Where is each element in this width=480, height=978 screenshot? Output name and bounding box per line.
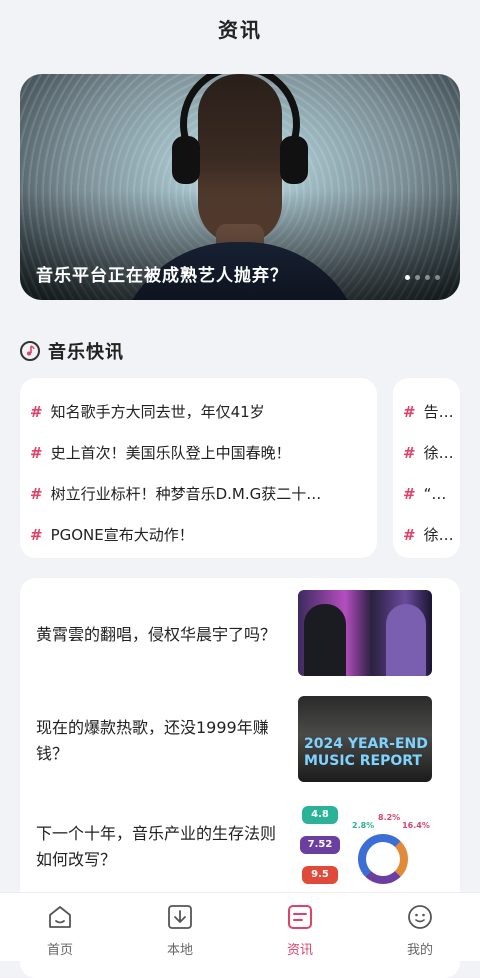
- nav-item-news[interactable]: 资讯: [260, 893, 340, 958]
- stat-chip: 16.4%: [402, 821, 430, 830]
- nav-item-local[interactable]: 本地: [140, 893, 220, 958]
- flash-item[interactable]: # 知名歌手方大同去世，年仅41岁: [30, 392, 367, 433]
- flash-item-text: 知名歌手方大同去世，年仅41岁: [50, 403, 265, 421]
- nav-label: 资讯: [286, 943, 313, 958]
- news-item[interactable]: 下一个十年，音乐产业的生存法则如何改写？ 4.8 7.52 9.5 2.8% 8…: [36, 802, 444, 892]
- hash-icon: #: [30, 485, 43, 503]
- stat-chip: 7.52: [300, 836, 340, 854]
- stat-chip: 2.8%: [352, 821, 375, 830]
- news-icon: [286, 905, 314, 935]
- flash-item[interactable]: # 徐佳莹: [403, 515, 460, 556]
- headphone-right: [280, 136, 308, 184]
- nav-item-home[interactable]: 首页: [20, 893, 100, 958]
- headphone-left: [172, 136, 200, 184]
- news-item[interactable]: 黄霄雲的翻唱，侵权华晨宇了吗？: [36, 590, 444, 680]
- donut-chart-graphic: [358, 834, 408, 884]
- hash-icon: #: [30, 526, 43, 544]
- news-title: 黄霄雲的翻唱，侵权华晨宇了吗？: [36, 625, 277, 644]
- stat-chip: 8.2%: [378, 813, 401, 822]
- flash-item[interactable]: # 告五人: [403, 392, 460, 433]
- flash-item-text: 史上首次！美国乐队登上中国春晚！: [50, 444, 291, 462]
- nav-label: 我的: [406, 943, 433, 958]
- carousel-dots: [405, 275, 440, 280]
- bottom-nav: 首页 本地 资讯 我的: [0, 892, 480, 961]
- carousel-dot[interactable]: [405, 275, 410, 280]
- thumb-figure: [304, 604, 346, 676]
- carousel-dot[interactable]: [415, 275, 420, 280]
- hash-icon: #: [30, 444, 43, 462]
- music-note-icon: [20, 341, 40, 361]
- flash-item[interactable]: # 树立行业标杆！种梦音乐D.M.G获二十…: [30, 474, 367, 515]
- carousel-dot[interactable]: [425, 275, 430, 280]
- flash-item-text: 徐怀钰: [423, 444, 460, 462]
- thumb-caption: 2024 YEAR-END MUSIC REPORT: [304, 736, 428, 769]
- flash-item[interactable]: # PGONE宣布大动作！: [30, 515, 367, 556]
- hash-icon: #: [30, 403, 43, 421]
- hash-icon: #: [403, 526, 416, 544]
- home-icon: [46, 906, 74, 935]
- hash-icon: #: [403, 444, 416, 462]
- news-thumbnail: 4.8 7.52 9.5 2.8% 8.2% 16.4%: [298, 802, 432, 888]
- news-title: 现在的爆款热歌，还没1999年赚钱？: [36, 718, 269, 763]
- flash-item-text: “汪峰: [423, 485, 460, 503]
- flash-card[interactable]: # 知名歌手方大同去世，年仅41岁 # 史上首次！美国乐队登上中国春晚！ # 树立行业…: [20, 378, 377, 558]
- nav-item-profile[interactable]: 我的: [380, 893, 460, 958]
- flash-item[interactable]: # 史上首次！美国乐队登上中国春晚！: [30, 433, 367, 474]
- section-title: 音乐快讯: [48, 342, 124, 363]
- flash-item-text: PGONE宣布大动作！: [50, 526, 194, 544]
- stat-chip: 9.5: [302, 866, 338, 884]
- banner-caption[interactable]: 音乐平台正在被成熟艺人抛弃？: [36, 261, 288, 286]
- hash-icon: #: [403, 403, 416, 421]
- download-icon: [166, 905, 194, 935]
- music-flash-header: 音乐快讯: [20, 338, 124, 364]
- news-thumbnail: 2024 YEAR-END MUSIC REPORT: [298, 696, 432, 782]
- news-thumbnail: [298, 590, 432, 676]
- flash-item[interactable]: # 徐怀钰: [403, 433, 460, 474]
- flash-item[interactable]: # “汪峰: [403, 474, 460, 515]
- nav-label: 首页: [46, 943, 73, 958]
- flash-item-text: 告五人: [423, 403, 460, 421]
- news-item[interactable]: 现在的爆款热歌，还没1999年赚钱？ 2024 YEAR-END MUSIC R…: [36, 696, 444, 786]
- carousel-dot[interactable]: [435, 275, 440, 280]
- news-title: 下一个十年，音乐产业的生存法则如何改写？: [36, 824, 277, 869]
- flash-item-text: 树立行业标杆！种梦音乐D.M.G获二十…: [50, 485, 322, 503]
- page-title: 资讯: [218, 18, 262, 42]
- banner-carousel[interactable]: 音乐平台正在被成熟艺人抛弃？: [20, 74, 460, 300]
- hash-icon: #: [403, 485, 416, 503]
- profile-icon: [406, 905, 434, 935]
- flash-card-partial[interactable]: # 告五人 # 徐怀钰 # “汪峰 # 徐佳莹: [393, 378, 460, 558]
- thumb-figure: [386, 604, 426, 676]
- nav-label: 本地: [166, 943, 193, 958]
- flash-item-text: 徐佳莹: [423, 526, 460, 544]
- stat-chip: 4.8: [302, 806, 338, 824]
